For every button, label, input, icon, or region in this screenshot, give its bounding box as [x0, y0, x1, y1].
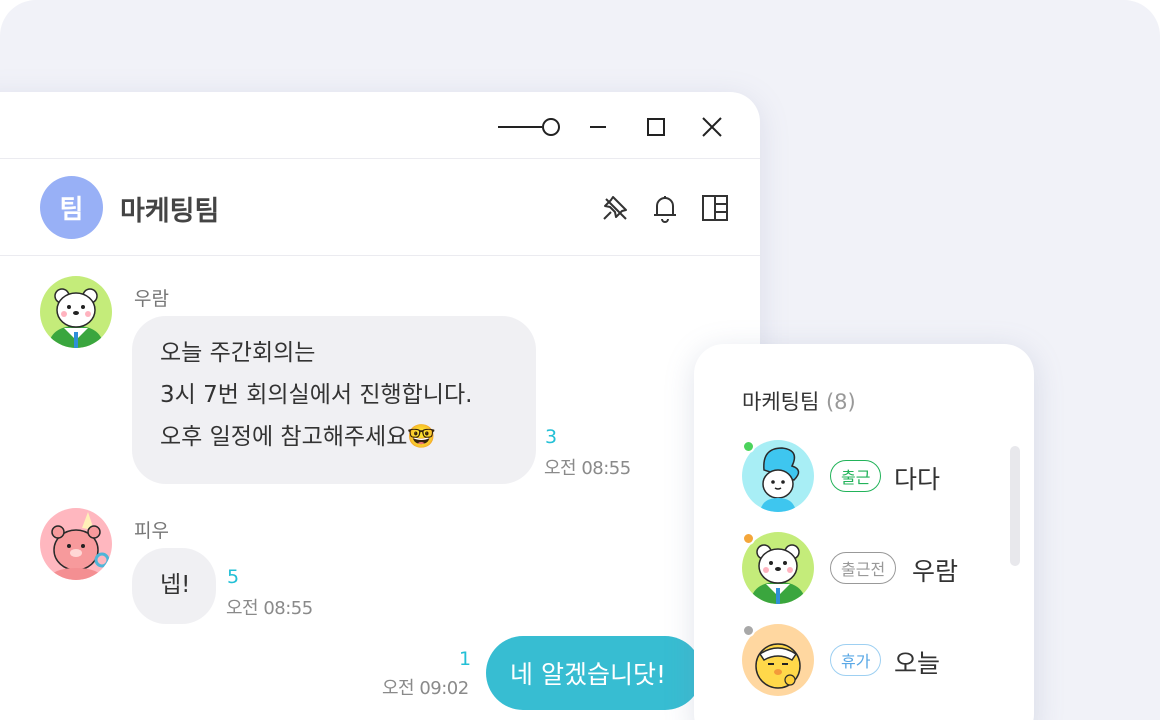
message-time: 오전 09:02 [382, 678, 469, 699]
member-list-panel: 마케팅팀 (8) 출근 다다 출근전 우람 휴가 오늘 [694, 344, 1034, 720]
pin-icon[interactable] [598, 191, 632, 225]
close-icon[interactable] [698, 112, 726, 142]
window-titlebar [0, 92, 760, 159]
message-line: 오늘 주간회의는 [160, 340, 316, 366]
maximize-icon[interactable] [642, 112, 670, 142]
message-time: 오전 08:55 [226, 598, 313, 619]
status-badge: 출근 [830, 460, 882, 492]
member-item-oneul[interactable]: 휴가 오늘 [740, 624, 990, 700]
read-count: 1 [459, 648, 472, 670]
read-count: 5 [227, 566, 240, 588]
zoom-slider-icon[interactable] [496, 112, 562, 142]
member-panel-team-name: 마케팅팀 [742, 390, 820, 414]
member-panel-title: 마케팅팀 (8) [742, 386, 856, 416]
sender-name: 우람 [134, 288, 169, 310]
my-message-bubble: 네 알겠습니닷! [486, 636, 702, 710]
read-count: 3 [545, 426, 558, 448]
presence-dot [742, 440, 755, 453]
layout-panel-icon[interactable] [698, 191, 732, 225]
sender-name: 피우 [134, 520, 169, 542]
member-name: 다다 [894, 465, 941, 494]
team-avatar[interactable]: 팀 [40, 176, 103, 239]
presence-dot [742, 624, 755, 637]
message-line: 오후 일정에 참고해주세요🤓 [160, 424, 437, 450]
chat-header: 팀 마케팅팀 [0, 159, 760, 256]
message-line: 넵! [160, 572, 191, 598]
member-item-dada[interactable]: 출근 다다 [740, 440, 990, 516]
chat-window: 팀 마케팅팀 우람 오늘 주간회의는 3시 7번 회의실에서 진행합니다. 오후… [0, 92, 760, 720]
member-name: 오늘 [894, 649, 941, 678]
message-line: 3시 7번 회의실에서 진행합니다. [160, 382, 473, 408]
message-bubble: 오늘 주간회의는 3시 7번 회의실에서 진행합니다. 오후 일정에 참고해주세… [132, 316, 536, 484]
member-name: 우람 [912, 557, 959, 586]
chat-title: 마케팅팀 [120, 196, 220, 227]
presence-dot [742, 532, 755, 545]
avatar-piu[interactable] [40, 508, 112, 580]
status-badge: 휴가 [830, 644, 882, 676]
member-list-scrollbar[interactable] [1010, 446, 1020, 566]
message-bubble: 넵! [132, 548, 216, 624]
bell-icon[interactable] [648, 191, 682, 225]
member-item-uram[interactable]: 출근전 우람 [740, 532, 990, 608]
message-time: 오전 08:55 [544, 458, 631, 479]
avatar-uram[interactable] [40, 276, 112, 348]
minimize-icon[interactable] [584, 112, 612, 142]
status-badge: 출근전 [830, 552, 897, 584]
member-count: (8) [825, 390, 856, 414]
